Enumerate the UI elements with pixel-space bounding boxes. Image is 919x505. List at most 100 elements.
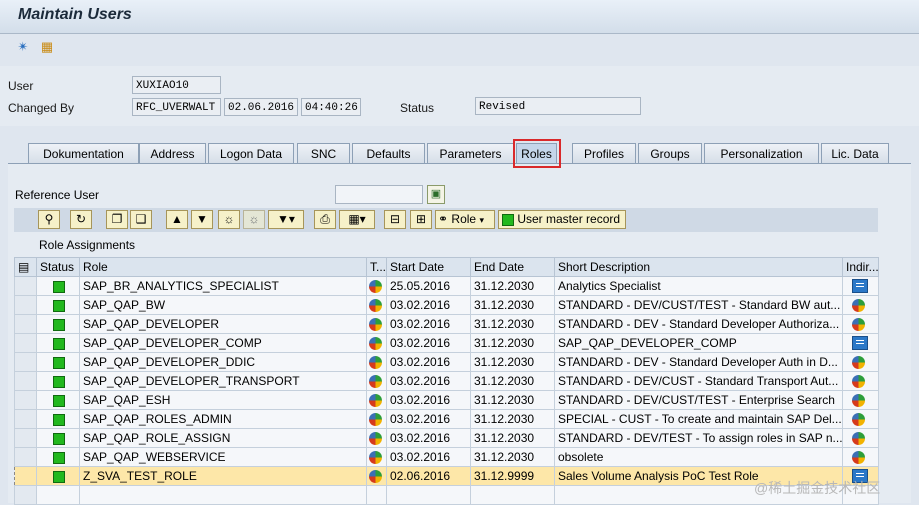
indirect-cell[interactable] — [842, 390, 879, 410]
row-selector[interactable] — [14, 352, 37, 372]
delete-row-button[interactable]: ⊟ — [384, 210, 406, 229]
tab-parameters[interactable]: Parameters — [427, 143, 514, 163]
row-selector[interactable] — [14, 466, 37, 486]
role-button[interactable]: ⚭ Role ▾ — [435, 210, 495, 229]
row-selector[interactable] — [14, 371, 37, 391]
user-master-record-button[interactable]: User master record — [498, 210, 626, 229]
start-date-cell[interactable]: 03.02.2016 — [386, 447, 471, 467]
start-date-cell[interactable]: 03.02.2016 — [386, 371, 471, 391]
table-row[interactable]: SAP_QAP_DEVELOPER_DDIC 03.02.2016 31.12.20… — [14, 352, 879, 372]
tab-groups[interactable]: Groups — [638, 143, 702, 163]
end-date-cell[interactable]: 31.12.2030 — [470, 371, 555, 391]
row-selector[interactable] — [14, 409, 37, 429]
layout-button[interactable]: ▦▾ — [339, 210, 375, 229]
row-selector[interactable] — [14, 428, 37, 448]
role-cell[interactable]: SAP_QAP_ESH — [79, 390, 367, 410]
role-cell[interactable]: Z_SVA_TEST_ROLE — [79, 466, 367, 486]
find-next-button[interactable]: ☼ — [243, 210, 265, 229]
tab-logon-data[interactable]: Logon Data — [208, 143, 294, 163]
start-date-cell[interactable]: 03.02.2016 — [386, 428, 471, 448]
end-date-cell[interactable]: 31.12.2030 — [470, 352, 555, 372]
end-date-cell[interactable]: 31.12.2030 — [470, 333, 555, 353]
hierarchy-icon[interactable]: ▦ — [38, 39, 56, 55]
role-cell[interactable]: SAP_QAP_DEVELOPER_TRANSPORT — [79, 371, 367, 391]
table-row[interactable]: SAP_QAP_DEVELOPER_TRANSPORT 03.02.2016 31.… — [14, 371, 879, 391]
reference-user-input[interactable] — [335, 185, 423, 204]
end-date-column-header[interactable]: End Date — [470, 257, 555, 277]
table-row[interactable]: SAP_QAP_ROLES_ADMIN 03.02.2016 31.12.2030 S… — [14, 409, 879, 429]
filter-button[interactable]: ▼▾ — [268, 210, 304, 229]
insert-row-button[interactable]: ⊞ — [410, 210, 432, 229]
role-cell[interactable]: SAP_QAP_BW — [79, 295, 367, 315]
display-change-icon[interactable]: ✴ — [14, 39, 32, 55]
row-selector[interactable] — [14, 295, 37, 315]
user-field[interactable]: XUXIAO10 — [132, 76, 221, 94]
role-cell[interactable]: SAP_QAP_ROLE_ASSIGN — [79, 428, 367, 448]
row-selector[interactable] — [14, 314, 37, 334]
role-column-header[interactable]: Role — [79, 257, 367, 277]
role-cell[interactable]: SAP_QAP_WEBSERVICE — [79, 447, 367, 467]
sort-descending-button[interactable]: ▼ — [191, 210, 213, 229]
indirect-cell[interactable] — [842, 371, 879, 391]
row-selector[interactable] — [14, 333, 37, 353]
end-date-cell[interactable]: 31.12.2030 — [470, 314, 555, 334]
indirect-cell[interactable] — [842, 333, 879, 353]
start-date-cell[interactable]: 03.02.2016 — [386, 333, 471, 353]
tab-personalization[interactable]: Personalization — [704, 143, 819, 163]
row-selector[interactable] — [14, 276, 37, 296]
start-date-cell[interactable]: 03.02.2016 — [386, 390, 471, 410]
start-date-cell[interactable]: 25.05.2016 — [386, 276, 471, 296]
reference-user-lookup-button[interactable]: ▣ — [427, 185, 445, 204]
role-cell[interactable]: SAP_QAP_DEVELOPER_DDIC — [79, 352, 367, 372]
details-button[interactable]: ⚲ — [38, 210, 60, 229]
tab-address[interactable]: Address — [139, 143, 206, 163]
tab-defaults[interactable]: Defaults — [352, 143, 425, 163]
table-row[interactable]: SAP_QAP_DEVELOPER_COMP 03.02.2016 31.12.20… — [14, 333, 879, 353]
sort-ascending-button[interactable]: ▲ — [166, 210, 188, 229]
tab-profiles[interactable]: Profiles — [572, 143, 636, 163]
indirect-cell[interactable] — [842, 447, 879, 467]
select-all-header[interactable]: ▤ — [14, 257, 37, 277]
indirect-cell[interactable] — [842, 276, 879, 296]
end-date-cell[interactable]: 31.12.2030 — [470, 447, 555, 467]
end-date-cell[interactable]: 31.12.2030 — [470, 390, 555, 410]
find-button[interactable]: ☼ — [218, 210, 240, 229]
tab-snc[interactable]: SNC — [297, 143, 350, 163]
role-cell[interactable]: SAP_BR_ANALYTICS_SPECIALIST — [79, 276, 367, 296]
start-date-column-header[interactable]: Start Date — [386, 257, 471, 277]
paste-button[interactable]: ❑ — [130, 210, 152, 229]
tab-dokumentation[interactable]: Dokumentation — [28, 143, 139, 163]
table-row[interactable]: SAP_QAP_ROLE_ASSIGN 03.02.2016 31.12.2030 S… — [14, 428, 879, 448]
short-description-column-header[interactable]: Short Description — [554, 257, 843, 277]
indirect-cell[interactable] — [842, 295, 879, 315]
end-date-cell[interactable]: 31.12.2030 — [470, 276, 555, 296]
row-selector[interactable] — [14, 447, 37, 467]
print-button[interactable]: ⎙ — [314, 210, 336, 229]
role-cell[interactable]: SAP_QAP_DEVELOPER — [79, 314, 367, 334]
indirect-column-header[interactable]: Indir... — [842, 257, 879, 277]
start-date-cell[interactable]: 03.02.2016 — [386, 295, 471, 315]
table-row[interactable]: SAP_QAP_DEVELOPER 03.02.2016 31.12.2030 STA… — [14, 314, 879, 334]
table-row[interactable]: SAP_QAP_ESH 03.02.2016 31.12.2030 STANDARD … — [14, 390, 879, 410]
start-date-cell[interactable]: 03.02.2016 — [386, 409, 471, 429]
row-selector[interactable] — [14, 390, 37, 410]
indirect-cell[interactable] — [842, 314, 879, 334]
refresh-button[interactable]: ↻ — [70, 210, 92, 229]
status-column-header[interactable]: Status — [36, 257, 80, 277]
start-date-cell[interactable]: 02.06.2016 — [386, 466, 471, 486]
end-date-cell[interactable]: 31.12.2030 — [470, 295, 555, 315]
end-date-cell[interactable]: 31.12.2030 — [470, 428, 555, 448]
type-column-header[interactable]: T... — [366, 257, 387, 277]
role-cell[interactable]: SAP_QAP_ROLES_ADMIN — [79, 409, 367, 429]
table-row[interactable]: SAP_BR_ANALYTICS_SPECIALIST 25.05.2016 31.… — [14, 276, 879, 296]
start-date-cell[interactable]: 03.02.2016 — [386, 352, 471, 372]
table-row[interactable]: Z_SVA_TEST_ROLE 02.06.2016 31.12.9999 Sales… — [14, 466, 879, 486]
end-date-cell[interactable]: 31.12.2030 — [470, 409, 555, 429]
copy-button[interactable]: ❐ — [106, 210, 128, 229]
indirect-cell[interactable] — [842, 352, 879, 372]
tab-lic-data[interactable]: Lic. Data — [821, 143, 889, 163]
indirect-cell[interactable] — [842, 428, 879, 448]
indirect-cell[interactable] — [842, 409, 879, 429]
role-cell[interactable]: SAP_QAP_DEVELOPER_COMP — [79, 333, 367, 353]
table-row[interactable]: SAP_QAP_BW 03.02.2016 31.12.2030 STANDARD -… — [14, 295, 879, 315]
